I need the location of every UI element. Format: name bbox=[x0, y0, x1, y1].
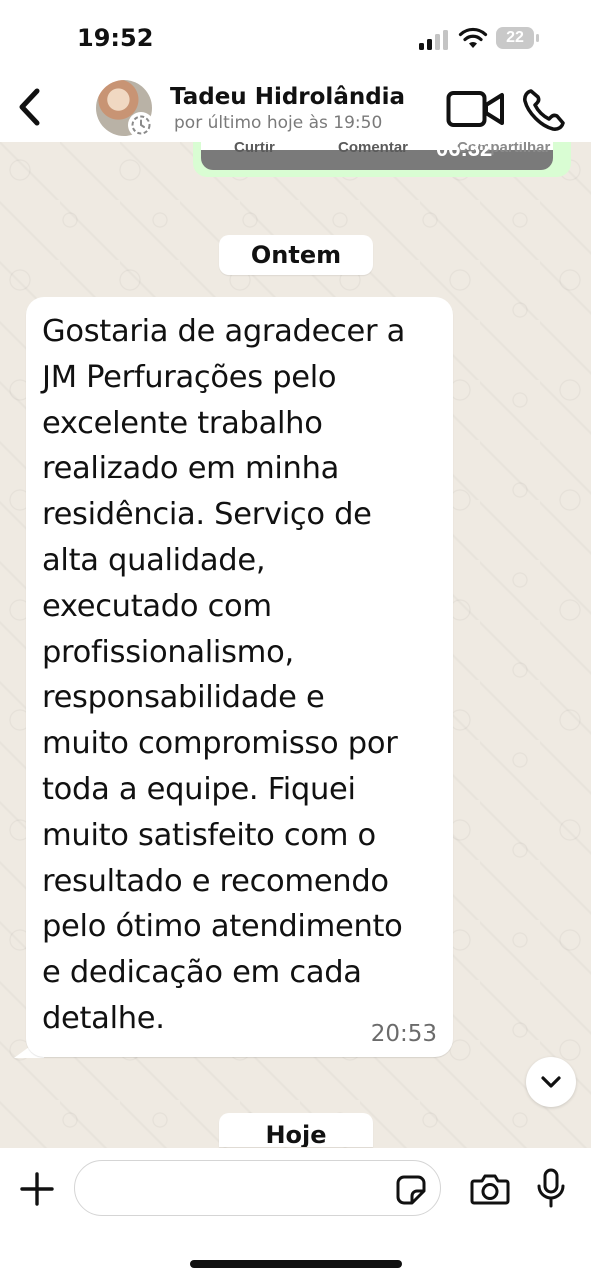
message-line: muito satisfeito com o bbox=[42, 817, 376, 853]
plus-icon[interactable] bbox=[18, 1170, 56, 1208]
message-input[interactable] bbox=[93, 1169, 387, 1209]
message-line: JM Perfurações pelo bbox=[42, 359, 337, 395]
message-line: profissionalismo, bbox=[42, 634, 294, 670]
message-text: Gostaria de agradecer a JM Perfurações p… bbox=[42, 309, 447, 1042]
date-separator-yesterday: Ontem bbox=[219, 235, 373, 275]
date-separator-today: Hoje bbox=[219, 1113, 373, 1147]
status-ring-icon bbox=[128, 112, 154, 138]
status-bar: 19:52 22 bbox=[0, 0, 591, 72]
message-line: executado com bbox=[42, 588, 272, 624]
message-line: toda a equipe. Fiquei bbox=[42, 771, 356, 807]
status-time: 19:52 bbox=[77, 24, 154, 52]
message-line: responsabilidade e bbox=[42, 680, 325, 716]
battery-level: 22 bbox=[506, 29, 524, 46]
message-line: muito compromisso por bbox=[42, 726, 398, 762]
message-timestamp: 20:53 bbox=[370, 1021, 437, 1047]
contact-name[interactable]: Tadeu Hidrolândia bbox=[170, 84, 405, 110]
camera-icon[interactable] bbox=[470, 1172, 510, 1206]
last-seen-status: por último hoje às 19:50 bbox=[174, 113, 383, 133]
microphone-icon[interactable] bbox=[536, 1168, 566, 1208]
chat-header: Tadeu Hidrolândia por último hoje às 19:… bbox=[0, 72, 591, 142]
battery-indicator: 22 bbox=[496, 27, 540, 49]
phone-icon[interactable] bbox=[521, 87, 567, 133]
message-line: alta qualidade, bbox=[42, 542, 266, 578]
message-line: residência. Serviço de bbox=[42, 497, 372, 533]
message-line: realizado em minha bbox=[42, 451, 339, 487]
message-line: pelo ótimo atendimento bbox=[42, 909, 403, 945]
message-input-container[interactable] bbox=[74, 1160, 441, 1216]
message-line: Gostaria de agradecer a bbox=[42, 314, 406, 349]
chevron-down-icon bbox=[541, 1076, 561, 1088]
signal-icon bbox=[419, 30, 448, 50]
message-line: e dedicação em cada bbox=[42, 955, 362, 991]
scroll-to-bottom-button[interactable] bbox=[526, 1057, 576, 1107]
wifi-icon bbox=[458, 27, 488, 48]
message-line: excelente trabalho bbox=[42, 405, 323, 441]
message-line: resultado e recomendo bbox=[42, 863, 389, 899]
message-composer bbox=[0, 1148, 591, 1280]
sticker-icon[interactable] bbox=[395, 1174, 427, 1206]
home-indicator bbox=[190, 1260, 402, 1268]
chevron-left-icon[interactable] bbox=[10, 82, 50, 132]
incoming-message-bubble[interactable]: Gostaria de agradecer a JM Perfurações p… bbox=[26, 297, 453, 1057]
video-call-icon[interactable] bbox=[446, 89, 506, 129]
